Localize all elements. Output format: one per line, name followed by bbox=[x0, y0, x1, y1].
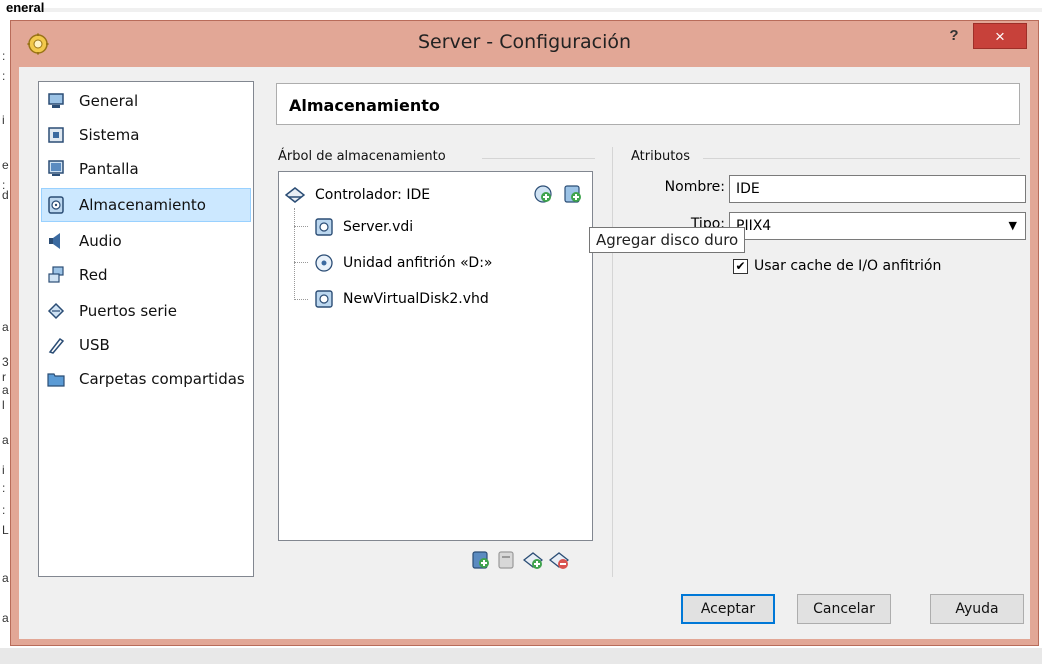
controller-icon bbox=[285, 187, 305, 203]
name-field[interactable]: IDE bbox=[729, 175, 1026, 203]
tree-item-disk[interactable]: Server.vdi bbox=[315, 212, 413, 242]
monitor-icon bbox=[48, 93, 64, 108]
tree-connector bbox=[294, 262, 308, 263]
background-glyph: 3 bbox=[2, 355, 9, 369]
background-edge-text: ::ie:da3ralai::Laa bbox=[0, 14, 10, 634]
folder-icon bbox=[47, 373, 65, 387]
tree-item-controller[interactable]: Controlador: IDE bbox=[285, 180, 430, 210]
host-io-cache-checkbox[interactable]: ✔ bbox=[733, 258, 748, 274]
sidebar-item-label: Audio bbox=[79, 232, 122, 250]
sidebar-item-label: General bbox=[79, 92, 139, 110]
tree-item-disk[interactable]: NewVirtualDisk2.vhd bbox=[315, 284, 489, 314]
host-io-cache-label: Usar cache de I/O anfitrión bbox=[754, 258, 942, 274]
sidebar-item-network[interactable]: Red bbox=[41, 258, 251, 292]
sidebar-item-label: Puertos serie bbox=[79, 302, 177, 320]
help-button[interactable]: Ayuda bbox=[930, 594, 1024, 624]
add-attachment-icon[interactable] bbox=[471, 550, 491, 570]
sidebar-item-label: Carpetas compartidas bbox=[79, 370, 245, 388]
remove-controller-icon[interactable] bbox=[549, 550, 569, 570]
host-io-cache-option[interactable]: ✔ Usar cache de I/O anfitrión bbox=[733, 258, 941, 274]
display-icon bbox=[48, 160, 64, 176]
name-label: Nombre: bbox=[664, 179, 725, 195]
background-glyph: : bbox=[2, 49, 6, 63]
background-bottom-bar bbox=[0, 648, 1042, 664]
background-glyph: : bbox=[2, 481, 6, 495]
type-select[interactable]: PIIX4 ▼ bbox=[729, 212, 1026, 240]
add-hard-disk-icon[interactable] bbox=[563, 184, 583, 204]
group-divider bbox=[703, 158, 1020, 159]
background-glyph: a bbox=[2, 320, 9, 334]
sidebar-item-label: Almacenamiento bbox=[79, 196, 206, 214]
background-glyph: L bbox=[2, 523, 9, 537]
background-glyph: : bbox=[2, 69, 6, 83]
background-glyph: a bbox=[2, 433, 9, 447]
disk-icon bbox=[48, 196, 64, 214]
add-optical-drive-icon[interactable] bbox=[533, 184, 553, 204]
background-title-fragment: eneral bbox=[6, 0, 45, 15]
background-glyph: d bbox=[2, 188, 9, 202]
panel-divider bbox=[612, 147, 613, 577]
sidebar-item-shared-folders[interactable]: Carpetas compartidas bbox=[41, 362, 251, 396]
background-glyph: : bbox=[2, 503, 6, 517]
sidebar-item-audio[interactable]: Audio bbox=[41, 224, 251, 258]
settings-dialog: Server - Configuración ? × General Siste… bbox=[10, 20, 1039, 646]
settings-category-list[interactable]: General Sistema Pantalla Almacenamiento … bbox=[38, 81, 254, 577]
dialog-body: General Sistema Pantalla Almacenamiento … bbox=[19, 67, 1030, 639]
background-glyph: a bbox=[2, 571, 9, 585]
sidebar-item-label: Red bbox=[79, 266, 108, 284]
remove-attachment-icon[interactable] bbox=[497, 550, 517, 570]
group-divider bbox=[482, 158, 595, 159]
serial-port-icon bbox=[47, 302, 65, 320]
sidebar-item-usb[interactable]: USB bbox=[41, 328, 251, 362]
sidebar-item-storage[interactable]: Almacenamiento bbox=[41, 188, 251, 222]
sidebar-item-label: Pantalla bbox=[79, 160, 139, 178]
tooltip: Agregar disco duro bbox=[589, 227, 746, 253]
close-button[interactable]: × bbox=[973, 23, 1027, 49]
tree-item-label: Unidad anfitrión «D:» bbox=[343, 255, 493, 271]
sidebar-item-general[interactable]: General bbox=[41, 84, 251, 118]
cancel-button[interactable]: Cancelar bbox=[797, 594, 891, 624]
window-title: Server - Configuración bbox=[417, 31, 632, 53]
chip-icon bbox=[48, 127, 64, 143]
background-bar bbox=[10, 8, 1042, 12]
tree-item-label: Server.vdi bbox=[343, 219, 414, 235]
background-glyph: a bbox=[2, 383, 9, 397]
sidebar-item-label: USB bbox=[79, 336, 110, 354]
background-glyph: e bbox=[2, 158, 9, 172]
network-icon bbox=[48, 266, 64, 283]
hard-disk-icon bbox=[315, 290, 333, 308]
hard-disk-icon bbox=[315, 218, 333, 236]
chevron-down-icon: ▼ bbox=[1008, 219, 1017, 232]
page-title-box: Almacenamiento bbox=[276, 83, 1020, 125]
storage-tree-group-label: Árbol de almacenamiento bbox=[278, 149, 446, 164]
background-glyph: i bbox=[2, 463, 5, 477]
help-title-button[interactable]: ? bbox=[939, 23, 969, 49]
storage-tree[interactable]: Controlador: IDE Server.vdi Unidad anfit… bbox=[278, 171, 593, 541]
background-glyph: a bbox=[2, 611, 9, 625]
sidebar-item-system[interactable]: Sistema bbox=[41, 118, 251, 152]
background-glyph: l bbox=[2, 398, 5, 412]
speaker-icon bbox=[49, 233, 60, 249]
add-controller-icon[interactable] bbox=[523, 550, 543, 570]
background-glyph: r bbox=[2, 370, 6, 384]
tree-item-label: NewVirtualDisk2.vhd bbox=[343, 291, 489, 307]
page-title: Almacenamiento bbox=[289, 96, 440, 115]
title-bar[interactable]: Server - Configuración ? × bbox=[11, 21, 1038, 67]
sidebar-item-display[interactable]: Pantalla bbox=[41, 152, 251, 186]
tree-connector bbox=[294, 208, 295, 300]
controller-label: Controlador: IDE bbox=[315, 187, 431, 203]
tree-item-optical[interactable]: Unidad anfitrión «D:» bbox=[315, 248, 493, 278]
optical-disc-icon bbox=[315, 254, 333, 272]
tree-connector bbox=[294, 299, 308, 300]
sidebar-item-serial-ports[interactable]: Puertos serie bbox=[41, 294, 251, 328]
tree-connector bbox=[294, 226, 308, 227]
attributes-group-label: Atributos bbox=[631, 149, 691, 164]
usb-icon bbox=[48, 337, 65, 354]
sidebar-item-label: Sistema bbox=[79, 126, 140, 144]
background-glyph: i bbox=[2, 113, 5, 127]
accept-button[interactable]: Aceptar bbox=[681, 594, 775, 624]
